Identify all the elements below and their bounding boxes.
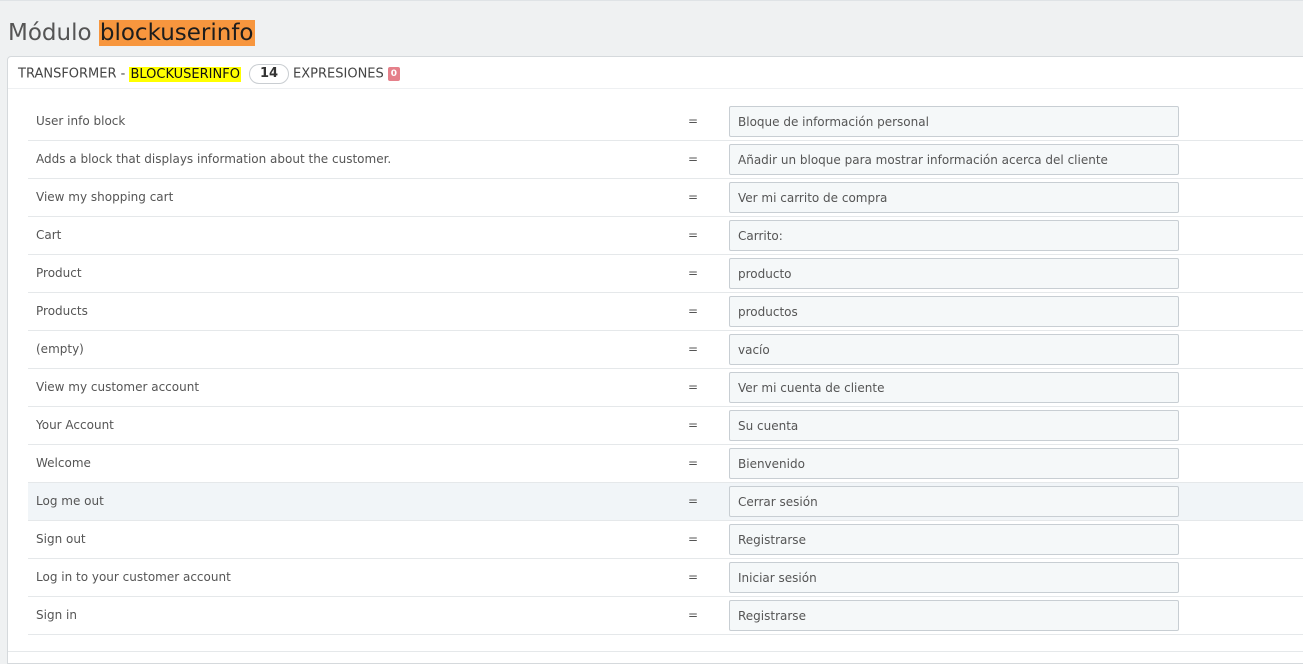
translation-row: Adds a block that displays information a… xyxy=(28,141,1303,179)
equals-sign: = xyxy=(688,494,699,508)
equals-sign: = xyxy=(688,532,699,546)
translation-row: Sign out = xyxy=(28,521,1303,559)
source-string: Log in to your customer account xyxy=(36,570,231,584)
equals-sign: = xyxy=(688,152,699,166)
translation-input[interactable] xyxy=(729,372,1179,403)
translation-row-hovered: Log me out = xyxy=(28,483,1303,521)
translation-input[interactable] xyxy=(729,296,1179,327)
translation-rows: User info block = Adds a block that disp… xyxy=(28,103,1303,635)
translation-row: View my customer account = xyxy=(28,369,1303,407)
equals-sign: = xyxy=(688,114,699,128)
translation-row: Products = xyxy=(28,293,1303,331)
page-title: Módulo blockuserinfo xyxy=(8,18,255,48)
translation-input[interactable] xyxy=(729,220,1179,251)
translation-row: Welcome = xyxy=(28,445,1303,483)
translation-row: Product = xyxy=(28,255,1303,293)
translation-row: Sign in = xyxy=(28,597,1303,635)
module-name-highlight: blockuserinfo xyxy=(98,20,255,46)
source-string: (empty) xyxy=(36,342,84,356)
heading-prefix: TRANSFORMER - xyxy=(18,66,130,82)
equals-sign: = xyxy=(688,418,699,432)
translation-input[interactable] xyxy=(729,600,1179,631)
translation-row: View my shopping cart = xyxy=(28,179,1303,217)
translation-input[interactable] xyxy=(729,410,1179,441)
page-title-prefix: Módulo xyxy=(8,20,92,46)
source-string: Sign out xyxy=(36,532,86,546)
equals-sign: = xyxy=(688,228,699,242)
translation-row: (empty) = xyxy=(28,331,1303,369)
translation-row: Log in to your customer account = xyxy=(28,559,1303,597)
translation-panel: TRANSFORMER - BLOCKUSERINFO 14 EXPRESIONES… xyxy=(7,56,1303,664)
panel-heading: TRANSFORMER - BLOCKUSERINFO 14 EXPRESIONES… xyxy=(8,57,1303,89)
translation-input[interactable] xyxy=(729,562,1179,593)
page-header: Módulo blockuserinfo xyxy=(0,0,1303,57)
source-string: View my shopping cart xyxy=(36,190,174,204)
translation-input[interactable] xyxy=(729,106,1179,137)
source-string: Your Account xyxy=(36,418,114,432)
translation-input[interactable] xyxy=(729,486,1179,517)
source-string: Sign in xyxy=(36,608,77,622)
equals-sign: = xyxy=(688,190,699,204)
equals-sign: = xyxy=(688,456,699,470)
equals-sign: = xyxy=(688,304,699,318)
translation-input[interactable] xyxy=(729,524,1179,555)
translation-input[interactable] xyxy=(729,144,1179,175)
source-string: Cart xyxy=(36,228,62,242)
equals-sign: = xyxy=(688,570,699,584)
translation-row: User info block = xyxy=(28,103,1303,141)
panel-heading-text: TRANSFORMER - BLOCKUSERINFO 14 EXPRESIONES… xyxy=(18,64,401,84)
equals-sign: = xyxy=(688,608,699,622)
equals-sign: = xyxy=(688,342,699,356)
translation-input[interactable] xyxy=(729,258,1179,289)
translation-count-badge: 14 xyxy=(248,64,290,84)
source-string: Log me out xyxy=(36,494,104,508)
source-string: Adds a block that displays information a… xyxy=(36,152,392,166)
source-string: User info block xyxy=(36,114,126,128)
equals-sign: = xyxy=(688,266,699,280)
equals-sign: = xyxy=(688,380,699,394)
heading-module-highlight: BLOCKUSERINFO xyxy=(129,66,241,82)
panel-footer-divider xyxy=(8,651,1303,652)
source-string: Product xyxy=(36,266,82,280)
translation-input[interactable] xyxy=(729,448,1179,479)
source-string: View my customer account xyxy=(36,380,200,394)
source-string: Welcome xyxy=(36,456,91,470)
translation-row: Your Account = xyxy=(28,407,1303,445)
translation-input[interactable] xyxy=(729,334,1179,365)
translation-row: Cart = xyxy=(28,217,1303,255)
translation-input[interactable] xyxy=(729,182,1179,213)
expressions-label: EXPRESIONES xyxy=(293,66,384,82)
expressions-count-badge: 0 xyxy=(387,67,401,81)
source-string: Products xyxy=(36,304,88,318)
